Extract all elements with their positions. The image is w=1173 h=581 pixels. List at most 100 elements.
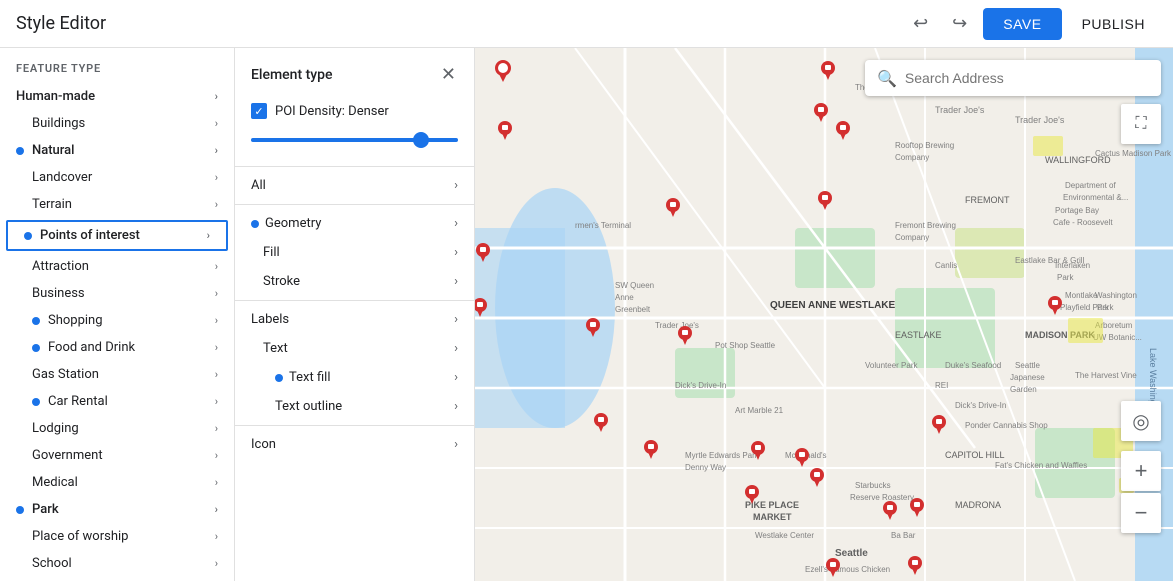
- sidebar-item-points-of-interest[interactable]: Points of interest ›: [8, 222, 226, 249]
- sidebar-item-food-drink[interactable]: Food and Drink ›: [0, 334, 234, 361]
- divider: [235, 204, 474, 205]
- government-label: Government: [32, 448, 103, 463]
- labels-label: Labels: [251, 312, 289, 327]
- attraction-label: Attraction: [32, 259, 89, 274]
- svg-text:QUEEN ANNE WESTLAKE: QUEEN ANNE WESTLAKE: [770, 300, 896, 311]
- poi-density-label: POI Density: Denser: [275, 104, 389, 119]
- feature-type-panel: Feature type Human-made › Buildings › Na…: [0, 48, 235, 581]
- sidebar-item-gas-station[interactable]: Gas Station ›: [0, 361, 234, 388]
- svg-text:Ponder Cannabis Shop: Ponder Cannabis Shop: [965, 421, 1048, 430]
- svg-text:MARKET: MARKET: [753, 512, 792, 522]
- header: Style Editor ↩ ↪ SAVE PUBLISH: [0, 0, 1173, 48]
- svg-text:Portage Bay: Portage Bay: [1055, 206, 1099, 215]
- svg-text:Department of: Department of: [1065, 181, 1116, 190]
- sidebar-item-business[interactable]: Business ›: [0, 280, 234, 307]
- park-label: Park: [32, 502, 59, 517]
- element-item-text-outline[interactable]: Text outline ›: [235, 392, 474, 421]
- main-layout: Feature type Human-made › Buildings › Na…: [0, 48, 1173, 581]
- svg-text:Art Marble 21: Art Marble 21: [735, 406, 784, 415]
- svg-text:PIKE PLACE: PIKE PLACE: [745, 500, 799, 510]
- dot-icon: [16, 506, 24, 514]
- chevron-right-icon: ›: [215, 287, 218, 300]
- search-input[interactable]: [905, 70, 1149, 86]
- search-bar[interactable]: 🔍: [865, 60, 1161, 96]
- place-worship-label: Place of worship: [32, 529, 128, 544]
- element-item-text[interactable]: Text ›: [235, 334, 474, 363]
- sidebar-item-sports-complex[interactable]: Sports complex ›: [0, 577, 234, 581]
- natural-label: Natural: [32, 143, 74, 158]
- svg-text:Trader Joe's: Trader Joe's: [935, 105, 985, 115]
- svg-text:Dick's Drive-In: Dick's Drive-In: [955, 401, 1006, 410]
- svg-text:MADRONA: MADRONA: [955, 500, 1001, 510]
- fill-label: Fill: [263, 245, 280, 260]
- school-label: School: [32, 556, 72, 571]
- chevron-right-icon: ›: [215, 395, 218, 408]
- landcover-label: Landcover: [32, 170, 92, 185]
- svg-text:Company: Company: [895, 153, 929, 162]
- close-button[interactable]: ✕: [439, 62, 458, 87]
- svg-text:Interlaken: Interlaken: [1055, 261, 1090, 270]
- geometry-label: Geometry: [265, 216, 321, 231]
- chevron-right-icon: ›: [215, 171, 218, 184]
- zoom-in-button[interactable]: +: [1121, 451, 1161, 491]
- element-item-geometry[interactable]: Geometry ›: [235, 209, 474, 238]
- sidebar-item-human-made[interactable]: Human-made ›: [0, 83, 234, 110]
- element-item-stroke[interactable]: Stroke ›: [235, 267, 474, 296]
- lodging-label: Lodging: [32, 421, 79, 436]
- buildings-label: Buildings: [32, 116, 85, 131]
- svg-text:Montlake: Montlake: [1065, 291, 1098, 300]
- chevron-right-icon: ›: [215, 530, 218, 543]
- svg-text:SW Queen: SW Queen: [615, 281, 654, 290]
- human-made-label: Human-made: [16, 89, 95, 104]
- sidebar-item-terrain[interactable]: Terrain ›: [0, 191, 234, 218]
- poi-density-checkbox[interactable]: ✓: [251, 103, 267, 119]
- svg-text:Volunteer Park: Volunteer Park: [865, 361, 918, 370]
- redo-button[interactable]: ↪: [944, 5, 975, 42]
- sidebar-item-attraction[interactable]: Attraction ›: [0, 253, 234, 280]
- sidebar-item-landcover[interactable]: Landcover ›: [0, 164, 234, 191]
- dot-icon: [275, 374, 283, 382]
- sidebar-item-park[interactable]: Park ›: [0, 496, 234, 523]
- svg-text:Cafe - Roosevelt: Cafe - Roosevelt: [1053, 218, 1113, 227]
- sidebar-item-buildings[interactable]: Buildings ›: [0, 110, 234, 137]
- svg-text:rmen's Terminal: rmen's Terminal: [575, 221, 631, 230]
- svg-text:Myrtle Edwards Park: Myrtle Edwards Park: [685, 451, 760, 460]
- svg-text:Dick's Drive-In: Dick's Drive-In: [675, 381, 726, 390]
- map-area[interactable]: LAURELHURST Trader Joe's Trader Joe's Th…: [475, 48, 1173, 581]
- sidebar-item-place-worship[interactable]: Place of worship ›: [0, 523, 234, 550]
- sidebar-item-car-rental[interactable]: Car Rental ›: [0, 388, 234, 415]
- density-slider[interactable]: [251, 138, 458, 142]
- svg-text:REI: REI: [935, 381, 948, 390]
- chevron-right-icon: ›: [215, 422, 218, 435]
- chevron-right-icon: ›: [215, 476, 218, 489]
- publish-button[interactable]: PUBLISH: [1070, 8, 1157, 40]
- sidebar-item-natural[interactable]: Natural ›: [0, 137, 234, 164]
- element-item-all[interactable]: All ›: [235, 171, 474, 200]
- svg-text:Greenbelt: Greenbelt: [615, 305, 651, 314]
- sidebar-item-school[interactable]: School ›: [0, 550, 234, 577]
- map-controls: ◎ + −: [1121, 401, 1161, 533]
- fullscreen-button[interactable]: ⛶: [1121, 104, 1161, 144]
- element-item-fill[interactable]: Fill ›: [235, 238, 474, 267]
- element-item-text-fill[interactable]: Text fill ›: [235, 363, 474, 392]
- element-item-icon[interactable]: Icon ›: [235, 430, 474, 459]
- car-rental-label: Car Rental: [48, 394, 108, 409]
- sidebar-item-lodging[interactable]: Lodging ›: [0, 415, 234, 442]
- text-outline-label: Text outline: [275, 399, 342, 414]
- save-button[interactable]: SAVE: [983, 8, 1061, 40]
- element-item-labels[interactable]: Labels ›: [235, 305, 474, 334]
- svg-text:Ba Bar: Ba Bar: [891, 531, 916, 540]
- svg-text:Seattle: Seattle: [835, 548, 868, 559]
- poi-label: Points of interest: [40, 228, 140, 243]
- svg-text:Canlis: Canlis: [935, 261, 957, 270]
- sidebar-item-medical[interactable]: Medical ›: [0, 469, 234, 496]
- undo-button[interactable]: ↩: [905, 5, 936, 42]
- element-panel-header: Element type ✕: [235, 48, 474, 95]
- medical-label: Medical: [32, 475, 78, 490]
- sidebar-item-government[interactable]: Government ›: [0, 442, 234, 469]
- zoom-out-button[interactable]: −: [1121, 493, 1161, 533]
- svg-text:Duke's Seafood: Duke's Seafood: [945, 361, 1001, 370]
- sidebar-item-shopping[interactable]: Shopping ›: [0, 307, 234, 334]
- my-location-button[interactable]: ◎: [1121, 401, 1161, 441]
- chevron-right-icon: ›: [215, 117, 218, 130]
